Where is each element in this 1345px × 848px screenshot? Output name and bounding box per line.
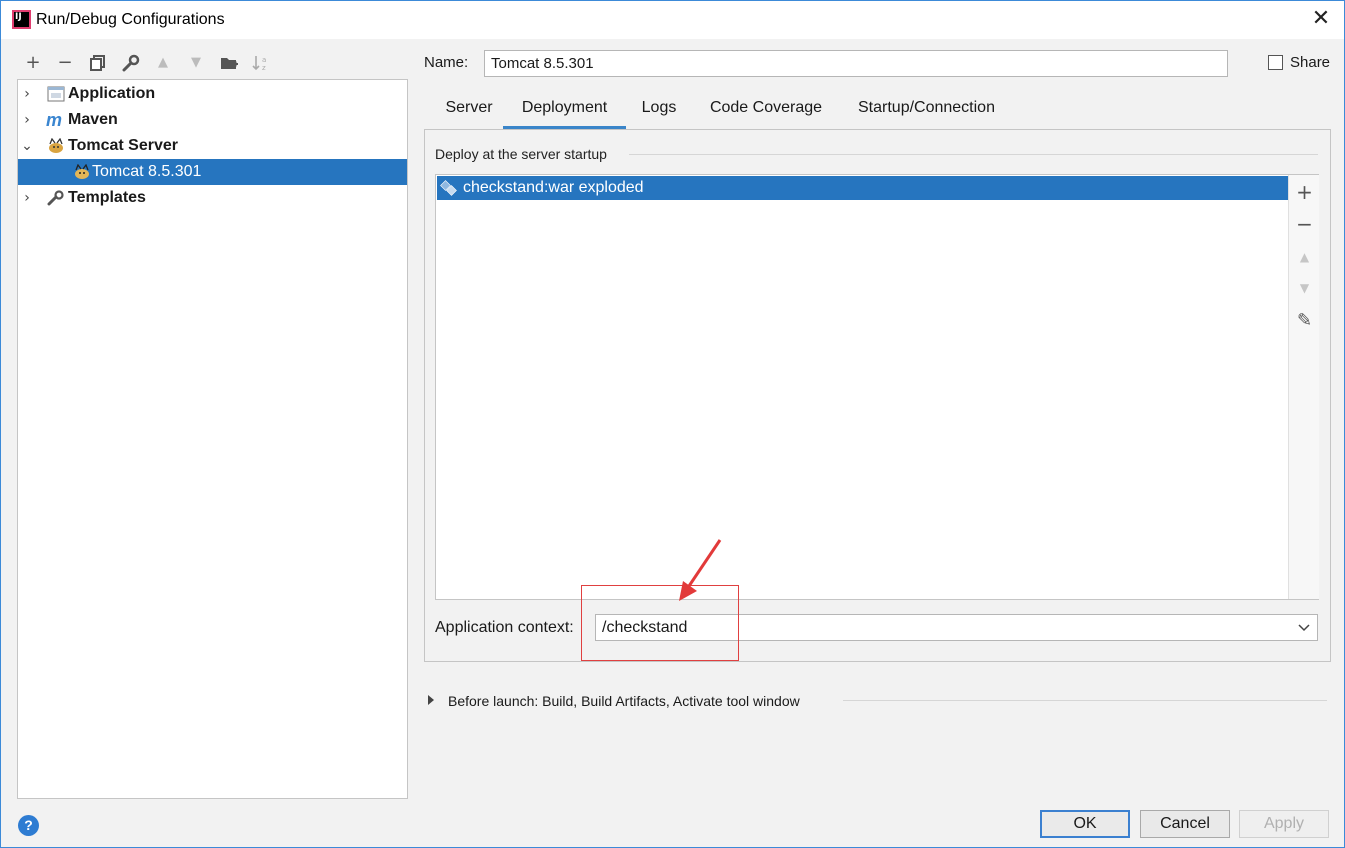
move-up-button[interactable]: ▲ — [1289, 242, 1320, 272]
list-item[interactable]: checkstand:war exploded — [437, 176, 1288, 200]
deploy-group-title: Deploy at the server startup — [435, 146, 607, 162]
application-icon — [47, 86, 65, 102]
maven-icon: m — [46, 110, 63, 130]
new-folder-button[interactable] — [216, 49, 242, 77]
before-launch-divider — [843, 700, 1327, 701]
tomcat-icon — [49, 138, 63, 153]
window-title: Run/Debug Configurations — [36, 11, 225, 28]
group-divider — [629, 154, 1318, 155]
name-input[interactable]: Tomcat 8.5.301 — [484, 50, 1228, 77]
apply-button[interactable]: Apply — [1239, 810, 1329, 838]
sort-alpha-icon: az — [252, 56, 266, 72]
artifact-icon — [440, 180, 457, 196]
app-context-combobox[interactable]: /checkstand — [595, 614, 1318, 641]
chevron-right-icon[interactable]: › — [21, 107, 33, 133]
wrench-icon — [47, 190, 64, 206]
cancel-button[interactable]: Cancel — [1140, 810, 1230, 838]
sort-button[interactable]: az — [248, 49, 274, 77]
tree-item-application[interactable]: › Application — [18, 81, 407, 107]
chevron-right-icon[interactable]: › — [21, 185, 33, 211]
share-checkbox[interactable] — [1268, 55, 1283, 70]
tree-item-label: Tomcat 8.5.301 — [92, 163, 202, 180]
add-configuration-button[interactable]: + — [20, 49, 46, 77]
tree-item-label: Maven — [68, 111, 118, 128]
move-up-button[interactable]: ▲ — [150, 49, 176, 77]
run-debug-dialog: Run/Debug Configurations ✕ + − ▲ ▼ az › … — [0, 0, 1345, 848]
tab-startup-connection[interactable]: Startup/Connection — [844, 89, 1009, 129]
ok-button[interactable]: OK — [1040, 810, 1130, 838]
close-button[interactable]: ✕ — [1298, 1, 1344, 39]
move-down-button[interactable]: ▼ — [1289, 273, 1320, 303]
tab-logs[interactable]: Logs — [630, 89, 688, 129]
tab-code-coverage[interactable]: Code Coverage — [699, 89, 833, 129]
chevron-down-icon[interactable]: ⌄ — [21, 133, 33, 159]
tree-item-tomcat-8-5-301[interactable]: Tomcat 8.5.301 — [18, 159, 407, 185]
deploy-list-toolbar: + − ▲ ▼ ✎ — [1288, 175, 1319, 599]
copy-configuration-button[interactable] — [85, 49, 111, 77]
chevron-down-icon[interactable] — [1298, 620, 1310, 634]
wrench-icon — [122, 54, 140, 72]
tomcat-icon — [75, 164, 89, 179]
tree-item-label: Tomcat Server — [68, 137, 178, 154]
tree-item-maven[interactable]: › m Maven — [18, 107, 407, 133]
edit-defaults-button[interactable] — [118, 49, 144, 77]
help-button[interactable]: ? — [18, 815, 39, 836]
name-label: Name: — [424, 54, 468, 71]
tree-item-templates[interactable]: › Templates — [18, 185, 407, 211]
before-launch-label: Before launch: Build, Build Artifacts, A… — [448, 693, 800, 709]
add-artifact-button[interactable]: + — [1289, 177, 1320, 207]
chevron-right-icon[interactable]: › — [21, 81, 33, 107]
app-context-value: /checkstand — [602, 619, 688, 636]
svg-text:a: a — [262, 56, 266, 64]
tab-server[interactable]: Server — [430, 89, 508, 129]
remove-artifact-button[interactable]: − — [1289, 209, 1320, 239]
deploy-artifact-list[interactable]: checkstand:war exploded + − ▲ ▼ ✎ — [435, 174, 1319, 600]
configuration-tree: › Application › m Maven ⌄ Tomcat Server … — [17, 79, 408, 799]
share-label: Share — [1290, 54, 1331, 71]
svg-text:z: z — [262, 64, 266, 72]
expand-triangle-icon[interactable] — [428, 695, 434, 705]
folder-icon — [221, 58, 238, 69]
tab-deployment[interactable]: Deployment — [503, 89, 626, 129]
intellij-app-icon — [12, 10, 31, 29]
copy-icon — [90, 55, 105, 71]
tree-item-tomcat-server[interactable]: ⌄ Tomcat Server — [18, 133, 407, 159]
title-bar: Run/Debug Configurations ✕ — [1, 1, 1344, 39]
tree-item-label: Application — [68, 85, 156, 102]
move-down-button[interactable]: ▼ — [183, 49, 209, 77]
tree-item-label: Templates — [68, 189, 146, 206]
remove-configuration-button[interactable]: − — [52, 49, 78, 77]
edit-artifact-button[interactable]: ✎ — [1289, 306, 1320, 336]
name-label-text: Name: — [424, 54, 469, 71]
list-item-label: checkstand:war exploded — [463, 179, 644, 196]
app-context-label: Application context: — [435, 619, 574, 636]
